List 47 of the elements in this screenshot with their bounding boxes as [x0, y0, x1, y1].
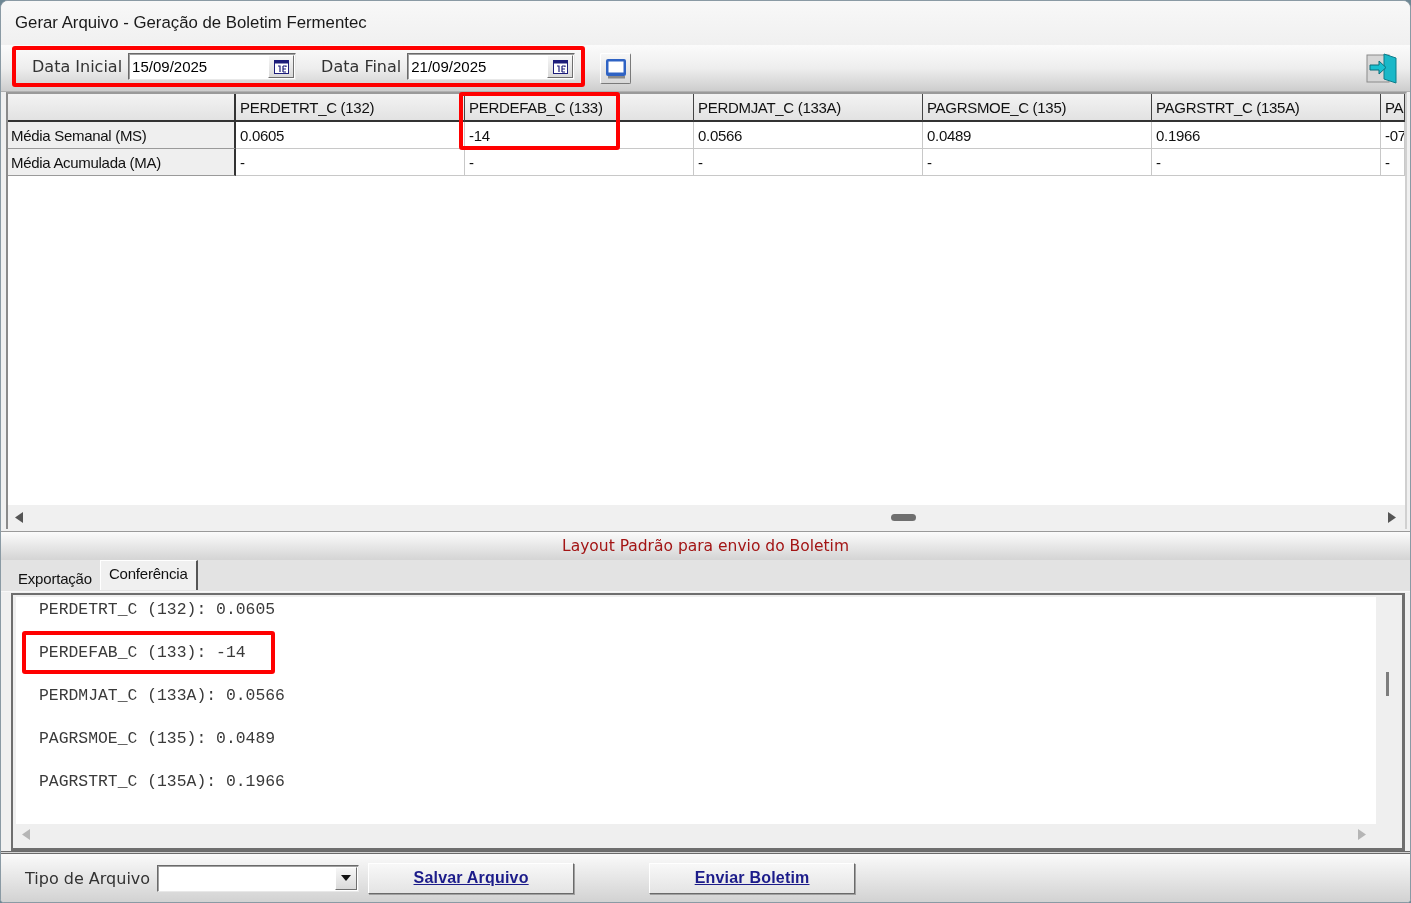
table-cell: -	[694, 149, 923, 176]
banner-text: Layout Padrão para envio do Boletim	[562, 537, 849, 555]
row-header: Média Acumulada (MA)	[8, 149, 236, 176]
window-icon	[604, 57, 627, 79]
column-header[interactable]: PA	[1381, 94, 1405, 122]
row-header: Média Semanal (MS)	[8, 122, 236, 149]
calendar-button[interactable]	[268, 55, 295, 78]
arrow-left-icon[interactable]	[15, 511, 23, 523]
table-cell: 0.0489	[923, 122, 1152, 149]
conference-line: PERDEFAB_C (133): -14	[39, 643, 246, 662]
window-button[interactable]	[600, 52, 632, 84]
tab[interactable]: Exportação	[10, 565, 100, 590]
column-header[interactable]: PAGRSTRT_C (135A)	[1152, 94, 1381, 122]
table-cell: 0.0566	[694, 122, 923, 149]
table-cell: -	[1152, 149, 1381, 176]
calendar-icon	[552, 59, 568, 74]
table-cell: -	[923, 149, 1152, 176]
table-cell: -	[465, 149, 694, 176]
scrollbar-thumb[interactable]	[1385, 672, 1389, 696]
table-cell: 0.1966	[1152, 122, 1381, 149]
door-arrow-icon	[1365, 51, 1398, 85]
field-label: Tipo de Arquivo	[25, 868, 151, 888]
caret-icon	[341, 875, 352, 881]
send-button[interactable]: Enviar Boletim	[649, 862, 856, 894]
column-header[interactable]: PERDETRT_C (132)	[236, 94, 465, 122]
dropdown-button[interactable]	[335, 866, 358, 890]
exit-button[interactable]	[1365, 51, 1398, 85]
column-header[interactable]: PERDMJAT_C (133A)	[694, 94, 923, 122]
column-header[interactable]: PAGRSMOE_C (135)	[923, 94, 1152, 122]
table-cell: -	[1381, 149, 1405, 176]
scrollbar-thumb[interactable]	[891, 513, 916, 521]
field-label: Data Inicial	[32, 57, 123, 76]
field-label: Data Final	[321, 57, 402, 76]
arrow-right-icon[interactable]	[1388, 511, 1396, 523]
conference-line: PERDMJAT_C (133A): 0.0566	[39, 686, 285, 705]
calendar-icon	[273, 59, 289, 74]
save-button[interactable]: Salvar Arquivo	[368, 862, 575, 894]
conference-line: PAGRSTRT_C (135A): 0.1966	[39, 772, 285, 791]
window-title: Gerar Arquivo - Geração de Boletim Fermentec	[15, 13, 367, 33]
scrollbar[interactable]	[8, 505, 1405, 529]
tab[interactable]: Conferência	[99, 560, 198, 590]
conference-line: PERDETRT_C (132): 0.0605	[39, 600, 276, 619]
calendar-button[interactable]	[547, 55, 574, 78]
file-type-dropdown[interactable]	[157, 864, 360, 892]
table-cell: -	[236, 149, 465, 176]
table-cell: 0.0605	[236, 122, 465, 149]
conference-line: PAGRSMOE_C (135): 0.0489	[39, 729, 276, 748]
